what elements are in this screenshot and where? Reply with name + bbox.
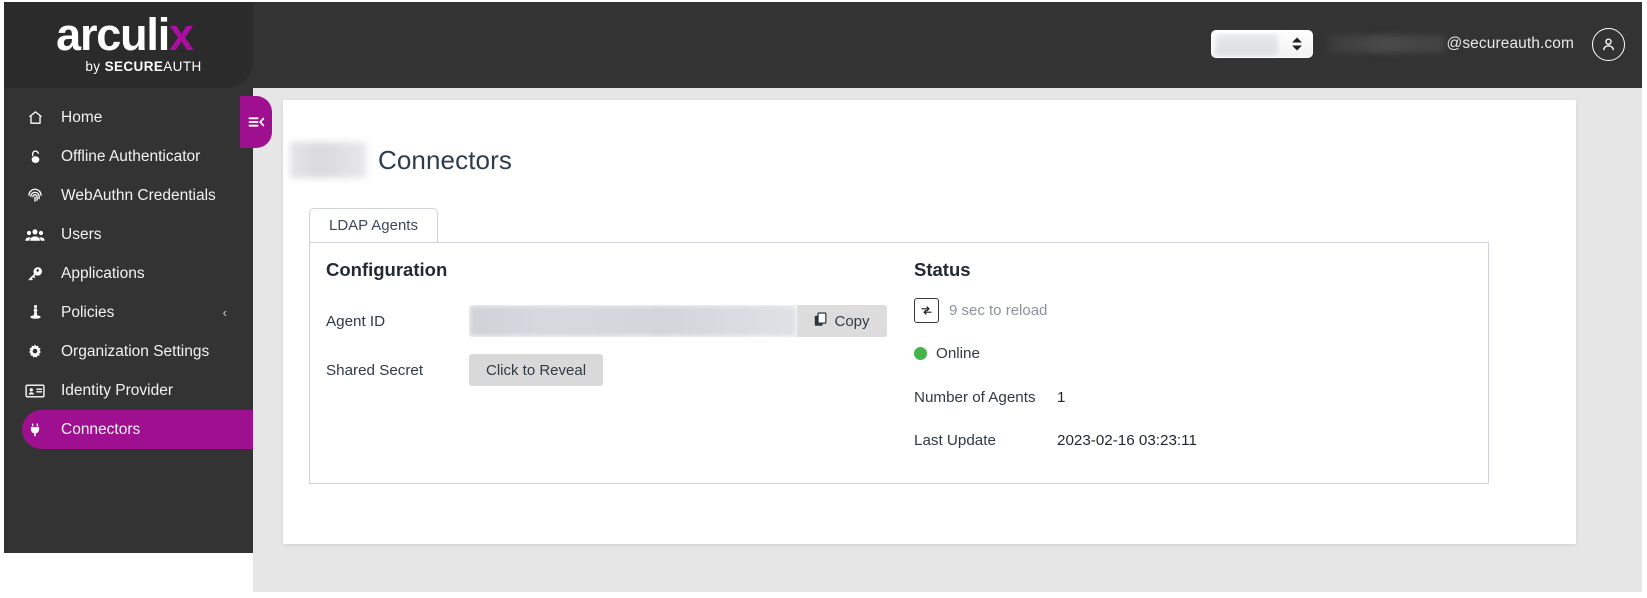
organization-select-value — [1216, 34, 1279, 55]
refresh-icon[interactable] — [914, 298, 939, 323]
organization-select[interactable] — [1211, 30, 1314, 58]
tab-strip: LDAP Agents — [309, 208, 438, 242]
logo-tagline: by SECUREAUTH — [85, 59, 201, 74]
sidebar-item-applications[interactable]: Applications — [0, 254, 253, 293]
logo-accent-x: x — [169, 8, 194, 60]
brand-logo[interactable]: arculix by SECUREAUTH — [0, 0, 253, 88]
sidebar-item-label: Identity Provider — [61, 381, 173, 399]
gear-icon — [22, 343, 48, 361]
sidebar-item-label: Policies — [61, 303, 115, 321]
sidebar-item-label: Users — [61, 225, 102, 243]
username-masked — [1327, 35, 1446, 53]
sidebar-item-policies[interactable]: Policies ‹ — [0, 293, 253, 332]
status-dot-icon — [914, 347, 927, 360]
logo-tagline-auth: AUTH — [163, 59, 202, 75]
id-card-icon — [22, 383, 48, 399]
agent-id-row: Agent ID Copy — [326, 300, 916, 342]
policy-icon — [22, 303, 48, 322]
tab-label: LDAP Agents — [329, 217, 418, 234]
home-icon — [22, 109, 48, 126]
shared-secret-label: Shared Secret — [326, 361, 424, 379]
logo-tagline-by: by — [85, 59, 105, 75]
window-edge-left — [0, 0, 4, 598]
window-edge-top — [0, 0, 1647, 2]
sidebar-item-webauthn-credentials[interactable]: WebAuthn Credentials — [0, 176, 253, 215]
page-header: Connectors — [283, 142, 512, 178]
top-bar: arculix by SECUREAUTH @secureauth.com — [0, 0, 1647, 88]
fingerprint-icon — [22, 187, 48, 205]
status-section-title: Status — [914, 259, 971, 280]
content-card: Connectors LDAP Agents Configuration Age… — [283, 100, 1576, 544]
click-to-reveal-button[interactable]: Click to Reveal — [469, 354, 604, 386]
spinner-arrows-icon — [1292, 37, 1303, 51]
connection-status-label: Online — [936, 345, 980, 362]
copy-icon — [814, 311, 828, 331]
agent-id-value-masked[interactable] — [469, 305, 797, 337]
window-edge-bottom — [0, 592, 1647, 598]
tab-ldap-agents[interactable]: LDAP Agents — [309, 208, 438, 242]
agent-id-label: Agent ID — [326, 312, 386, 330]
status-row-value: 1 — [1057, 389, 1066, 406]
key-icon — [22, 265, 48, 283]
sidebar-item-connectors[interactable]: Connectors — [22, 410, 253, 449]
status-column: Status 9 sec to reload Online Number of … — [914, 259, 1474, 475]
configuration-column: Configuration Agent ID Copy Shared Secre… — [326, 259, 916, 398]
status-row-label: Number of Agents — [914, 389, 1036, 406]
agent-id-field-group: Copy — [469, 305, 887, 337]
copy-button-label: Copy — [834, 312, 870, 330]
collapse-sidebar-icon[interactable] — [240, 96, 272, 148]
status-row-value: 2023-02-16 03:23:11 — [1057, 432, 1197, 449]
users-icon — [22, 227, 48, 243]
user-avatar-icon[interactable] — [1592, 27, 1625, 61]
sidebar-item-identity-provider[interactable]: Identity Provider — [0, 371, 253, 410]
sidebar-item-label: Applications — [61, 264, 145, 282]
reload-countdown-label: 9 sec to reload — [949, 302, 1048, 319]
sidebar-item-label: Offline Authenticator — [61, 147, 201, 165]
status-row-last-update: Last Update 2023-02-16 03:23:11 — [914, 432, 1474, 449]
sidebar-item-offline-authenticator[interactable]: Offline Authenticator — [0, 137, 253, 176]
top-bar-right-cluster: @secureauth.com — [1211, 0, 1647, 88]
chevron-left-icon[interactable]: ‹ — [223, 306, 227, 319]
sidebar-navigation: Home Offline Authenticator WebAuthn Cred… — [0, 88, 253, 553]
connection-status-badge: Online — [914, 345, 1474, 362]
sidebar-item-users[interactable]: Users — [0, 215, 253, 254]
sidebar-item-home[interactable]: Home — [0, 98, 253, 137]
ldap-agents-panel: Configuration Agent ID Copy Shared Secre… — [309, 242, 1489, 484]
window-edge-right — [1642, 0, 1647, 598]
copy-button[interactable]: Copy — [797, 305, 887, 337]
sidebar-item-label: Connectors — [61, 420, 141, 438]
shared-secret-row: Shared Secret Click to Reveal — [326, 349, 916, 391]
sidebar-item-organization-settings[interactable]: Organization Settings — [0, 332, 253, 371]
logo-tagline-secure: SECURE — [104, 59, 164, 75]
page-title: Connectors — [378, 144, 512, 175]
configuration-section-title: Configuration — [326, 259, 448, 280]
application-window: arculix by SECUREAUTH @secureauth.com Ho… — [0, 0, 1647, 598]
page-title-prefix-masked — [290, 142, 366, 178]
status-row-label: Last Update — [914, 432, 996, 449]
sidebar-item-label: Home — [61, 108, 103, 126]
logo-word-text: arculi — [56, 8, 170, 60]
user-domain-label: @secureauth.com — [1446, 35, 1574, 52]
padlock-icon — [22, 148, 48, 166]
logo-wordmark: arculix — [56, 12, 194, 57]
sidebar-item-label: WebAuthn Credentials — [61, 186, 216, 204]
reload-row: 9 sec to reload — [914, 298, 1474, 323]
plug-icon — [22, 421, 48, 439]
sidebar-item-label: Organization Settings — [61, 342, 210, 360]
status-row-number-of-agents: Number of Agents 1 — [914, 389, 1474, 406]
